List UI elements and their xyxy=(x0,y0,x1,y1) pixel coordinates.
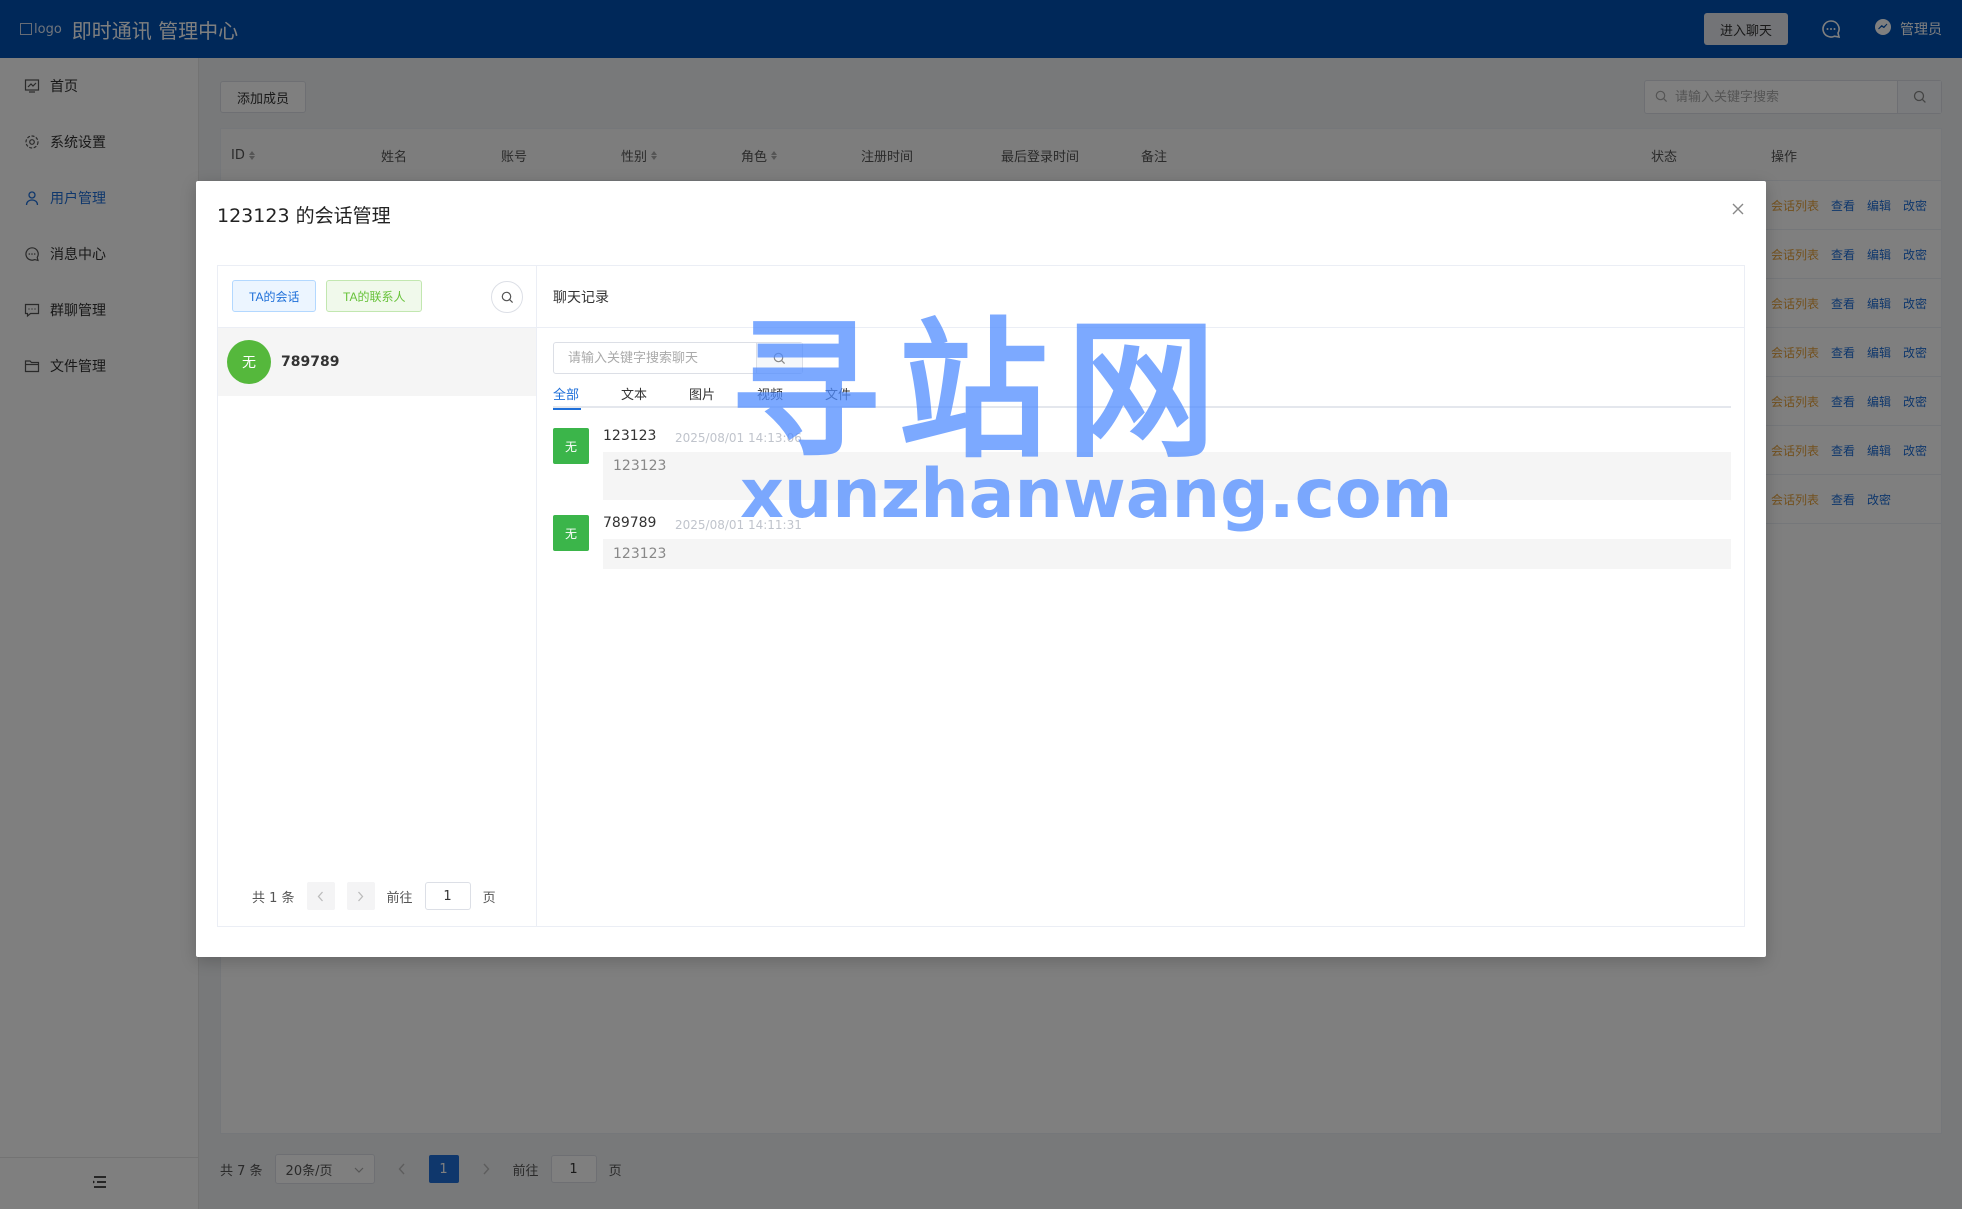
conversation-list-item[interactable]: 无 789789 xyxy=(218,328,536,396)
tab-text[interactable]: 文本 xyxy=(621,384,647,408)
conversation-panel: TA的会话 TA的联系人 无 789789 共 1 条 前往 1 页 xyxy=(218,266,537,926)
goto-page-input[interactable] xyxy=(424,882,471,910)
message-sender: 123123 xyxy=(603,428,657,444)
message-content: 123123 xyxy=(603,452,1731,500)
total-count: 共 1 条 xyxy=(252,890,295,906)
dialog-body: TA的会话 TA的联系人 无 789789 共 1 条 前往 1 页 聊天记录 … xyxy=(217,265,1745,927)
chevron-right-icon xyxy=(358,891,364,901)
chat-search-button[interactable] xyxy=(756,343,802,373)
avatar: 无 xyxy=(553,428,589,464)
dialog-title: 123123 的会话管理 xyxy=(217,205,391,227)
tab-image[interactable]: 图片 xyxy=(689,384,715,408)
tab-all[interactable]: 全部 xyxy=(553,384,581,410)
goto-suffix: 页 xyxy=(482,890,496,906)
goto-prefix: 前往 xyxy=(386,890,413,906)
message-content: 123123 xyxy=(603,539,1731,569)
tab-file[interactable]: 文件 xyxy=(825,384,851,408)
close-button[interactable] xyxy=(1728,199,1748,219)
chat-history-title: 聊天记录 xyxy=(537,266,1744,328)
conversation-search-button[interactable] xyxy=(491,281,523,313)
tab-contacts[interactable]: TA的联系人 xyxy=(326,280,423,312)
tab-label: 全部 xyxy=(553,388,580,403)
chat-message: 无 123123 2025/08/01 14:13:06 123123 xyxy=(553,428,1731,500)
avatar: 无 xyxy=(227,340,271,384)
conversation-name: 789789 xyxy=(281,354,340,370)
session-management-dialog: 123123 的会话管理 TA的会话 TA的联系人 无 789789 共 1 条 xyxy=(196,181,1766,957)
chat-search-box xyxy=(553,342,803,374)
next-page-button[interactable] xyxy=(346,882,375,910)
tab-video[interactable]: 视频 xyxy=(757,384,783,408)
message-sender: 789789 xyxy=(603,515,657,531)
chat-search-input[interactable] xyxy=(554,343,756,373)
prev-page-button[interactable] xyxy=(306,882,335,910)
search-icon xyxy=(773,352,786,364)
search-icon xyxy=(501,291,513,303)
chevron-left-icon xyxy=(317,891,324,901)
conversation-panel-header: TA的会话 TA的联系人 xyxy=(218,266,537,328)
close-icon xyxy=(1732,203,1744,215)
tab-conversations[interactable]: TA的会话 xyxy=(232,280,317,312)
chat-message: 无 789789 2025/08/01 14:11:31 123123 xyxy=(553,515,1731,569)
avatar: 无 xyxy=(553,515,589,551)
message-time: 2025/08/01 14:11:31 xyxy=(675,518,802,532)
active-tab-indicator xyxy=(553,408,581,410)
message-type-tabs: 全部 文本 图片 视频 文件 xyxy=(553,384,1731,410)
chat-history-panel: 聊天记录 全部 文本 图片 视频 文件 无 123123 20 xyxy=(537,266,1744,926)
message-time: 2025/08/01 14:13:06 xyxy=(675,431,802,445)
conversation-pagination: 共 1 条 前往 页 xyxy=(252,881,496,911)
